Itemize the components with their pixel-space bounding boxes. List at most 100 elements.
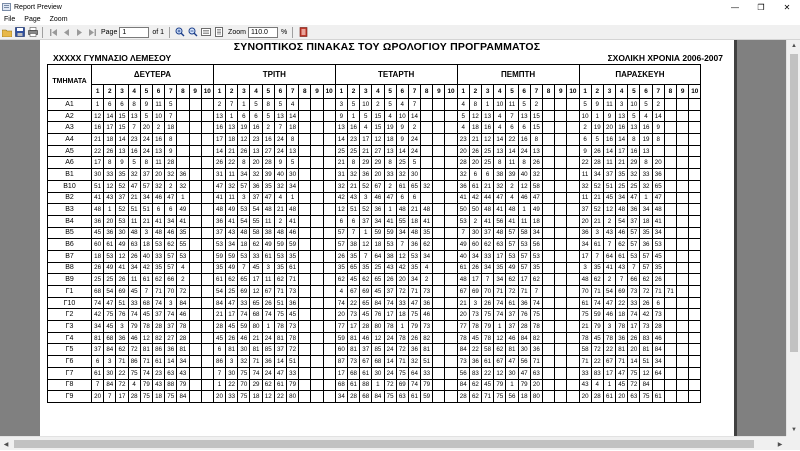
teacher-code-cell: 34 — [420, 249, 434, 263]
menu-zoom[interactable]: Zoom — [46, 16, 73, 23]
whole-page-button[interactable] — [213, 26, 225, 38]
horizontal-scrollbar[interactable]: ◀ ▶ — [0, 436, 786, 450]
teacher-code-cell — [541, 355, 556, 368]
teacher-code-cell: 1 — [480, 98, 495, 111]
teacher-code-cell: 27 — [261, 144, 275, 158]
next-page-button[interactable] — [73, 26, 85, 38]
teacher-code-cell: 19 — [237, 121, 251, 135]
teacher-code-cell: 37 — [602, 168, 617, 181]
teacher-code-cell: 43 — [602, 226, 617, 240]
first-page-button[interactable] — [47, 26, 59, 38]
teacher-code-cell: 58 — [480, 343, 495, 357]
teacher-code-cell: 7 — [139, 285, 153, 298]
close-button[interactable]: ✕ — [774, 0, 800, 14]
teacher-code-cell: 73 — [627, 285, 641, 298]
table-row: Β8 26 49 41 34 42 35 57 4 35 49 7 45 3 35 61 35 65 35 25 43 4… — [47, 261, 702, 275]
teacher-code-cell: 3 — [237, 191, 251, 205]
zoom-out-icon — [188, 27, 198, 37]
vertical-scroll-thumb[interactable] — [790, 54, 798, 352]
scroll-down-icon[interactable]: ▼ — [787, 424, 800, 436]
teacher-code-cell — [298, 308, 312, 322]
open-folder-button[interactable] — [1, 26, 13, 38]
page-number-input[interactable] — [119, 26, 150, 38]
teacher-code-cell: 78 — [529, 320, 543, 333]
teacher-code-cell — [298, 378, 312, 392]
teacher-code-cell: 75 — [480, 308, 495, 322]
teacher-code-cell: 32 — [456, 168, 470, 181]
class-name-cell: Β10 — [47, 179, 92, 193]
teacher-code-cell: 29 — [359, 156, 373, 170]
teacher-code-cell — [200, 109, 214, 123]
scroll-up-icon[interactable]: ▲ — [787, 40, 800, 52]
teacher-code-cell: 8 — [139, 156, 153, 170]
teacher-code-cell: 84 — [176, 296, 190, 310]
teacher-code-cell: 46 — [615, 226, 629, 240]
scroll-right-icon[interactable]: ▶ — [774, 437, 786, 451]
zoom-input[interactable] — [247, 26, 278, 38]
menu-file[interactable]: File — [0, 16, 20, 23]
teacher-code-cell: 65 — [651, 179, 665, 193]
teacher-code-cell: 37 — [383, 285, 397, 298]
teacher-code-cell: 59 — [590, 308, 604, 322]
teacher-code-cell: 55 — [249, 214, 263, 228]
teacher-code-cell: 57 — [517, 249, 531, 263]
teacher-code-cell: 46 — [127, 331, 141, 345]
teacher-code-cell: 24 — [383, 331, 397, 345]
teacher-code-cell: 26 — [627, 331, 641, 345]
teacher-code-cell — [298, 273, 312, 286]
exit-button[interactable] — [297, 26, 309, 38]
teacher-code-cell: 67 — [261, 285, 275, 298]
teacher-code-cell — [675, 179, 690, 193]
teacher-code-cell: 62 — [164, 238, 178, 251]
teacher-code-cell: 18 — [139, 238, 153, 251]
teacher-code-cell: 14 — [164, 355, 178, 368]
teacher-code-cell: 12 — [103, 179, 117, 193]
teacher-code-cell: 71 — [493, 285, 507, 298]
teacher-code-cell: 15 — [371, 121, 385, 135]
horizontal-scroll-thumb[interactable] — [14, 440, 754, 448]
teacher-code-cell: 22 — [578, 156, 592, 170]
print-button[interactable] — [27, 26, 39, 38]
teacher-code-cell — [310, 378, 324, 392]
zoom-out-button[interactable] — [187, 26, 199, 38]
vertical-scrollbar[interactable]: ▲ ▼ — [786, 40, 800, 436]
teacher-code-cell: 61 — [103, 238, 117, 251]
teacher-code-cell: 48 — [578, 273, 592, 286]
teacher-code-cell: 29 — [249, 378, 263, 392]
previous-page-button[interactable] — [60, 26, 72, 38]
teacher-code-cell — [200, 214, 214, 228]
teacher-code-cell: 18 — [407, 214, 422, 228]
teacher-code-cell — [298, 261, 312, 275]
zoom-in-button[interactable] — [174, 26, 186, 38]
menu-page[interactable]: Page — [20, 16, 45, 23]
teacher-code-cell — [675, 320, 690, 333]
teacher-code-cell: 56 — [517, 355, 531, 368]
teacher-code-cell: 26 — [90, 261, 105, 275]
teacher-code-cell: 48 — [395, 203, 409, 216]
teacher-code-cell: 48 — [261, 203, 275, 216]
teacher-code-cell: 20 — [334, 308, 348, 322]
day-header: ΔΕΥΤΕΡΑ — [91, 64, 214, 85]
period-header: 2 — [590, 84, 604, 99]
last-page-button[interactable] — [86, 26, 98, 38]
maximize-button[interactable]: ❐ — [748, 0, 774, 14]
page-width-button[interactable] — [200, 26, 212, 38]
teacher-code-cell: 6 — [164, 203, 178, 216]
teacher-code-cell — [188, 203, 202, 216]
class-name-cell: Β1 — [47, 168, 92, 181]
teacher-code-cell: 75 — [639, 390, 653, 403]
minimize-button[interactable]: — — [722, 0, 748, 14]
teacher-code-cell: 4 — [285, 98, 300, 111]
teacher-code-cell: 45 — [615, 378, 629, 392]
teacher-code-cell: 12 — [480, 133, 495, 146]
teacher-code-cell — [176, 133, 190, 146]
teacher-code-cell: 53 — [237, 203, 251, 216]
teacher-code-cell — [200, 144, 214, 158]
teacher-code-cell — [554, 203, 568, 216]
teacher-code-cell — [188, 156, 202, 170]
teacher-code-cell — [566, 144, 580, 158]
scroll-left-icon[interactable]: ◀ — [0, 437, 12, 451]
teacher-code-cell — [310, 249, 324, 263]
teacher-code-cell: 47 — [407, 296, 422, 310]
save-button[interactable] — [14, 26, 26, 38]
